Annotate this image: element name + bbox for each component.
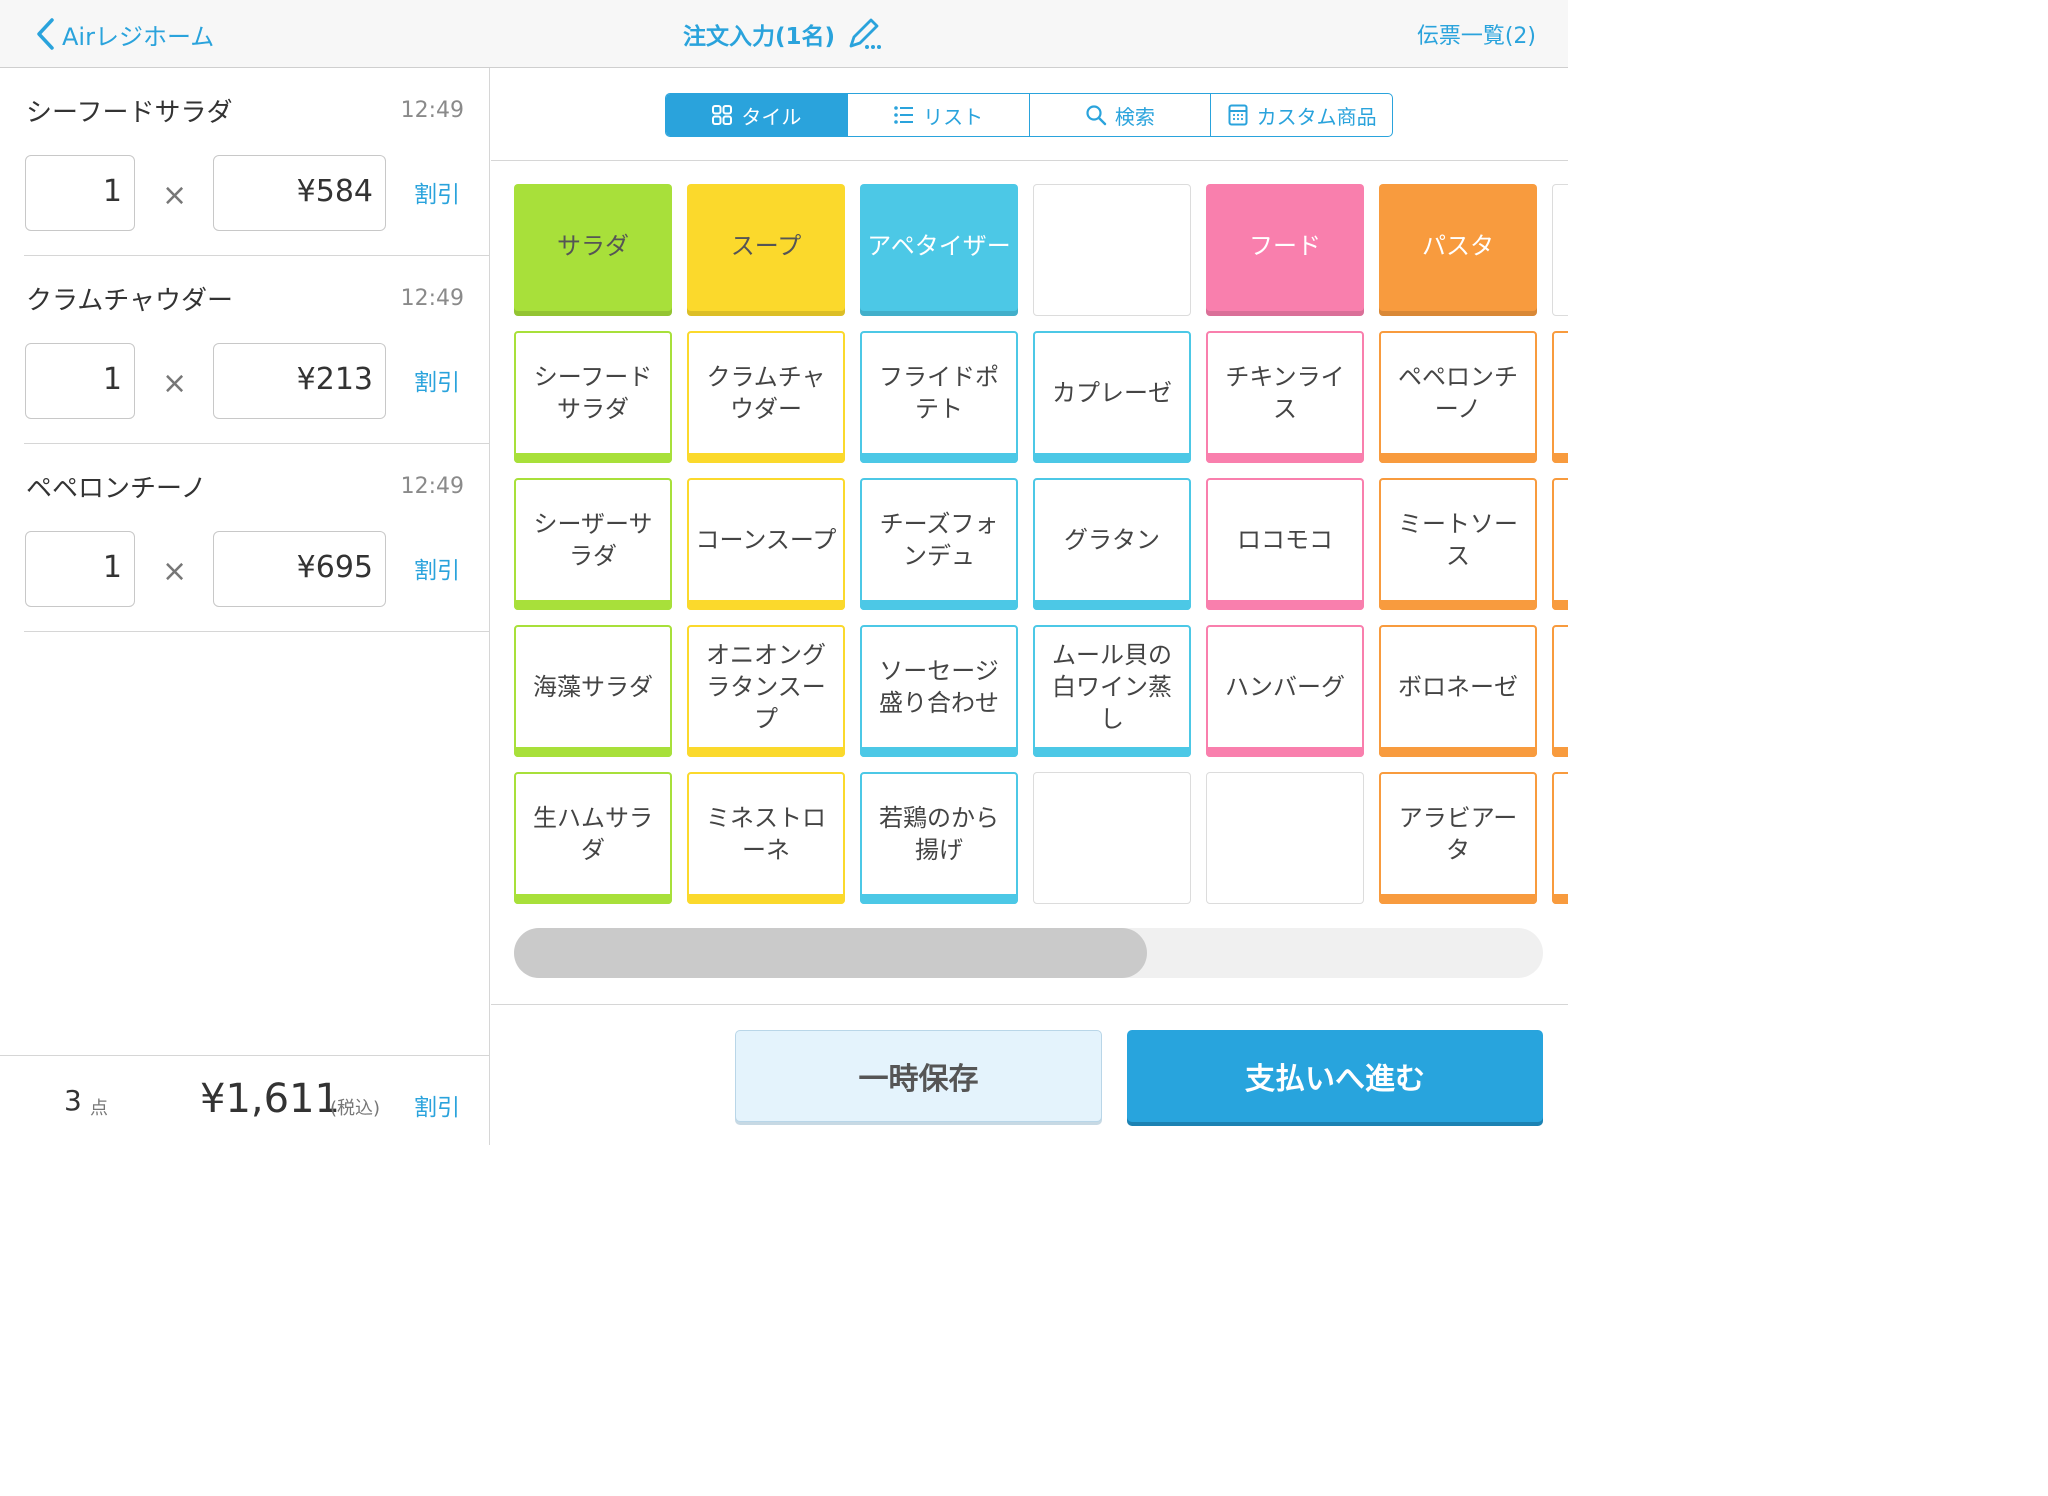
price-field[interactable]: ¥584 bbox=[213, 155, 386, 231]
product-tile[interactable]: コーンスープ bbox=[687, 478, 845, 610]
hold-button[interactable]: 一時保存 bbox=[735, 1030, 1102, 1122]
category-tile[interactable]: サラダ bbox=[514, 184, 672, 316]
item-count-unit: 点 bbox=[90, 1098, 108, 1119]
calculator-icon bbox=[1228, 104, 1248, 126]
divider bbox=[491, 1004, 1568, 1005]
category-tile-empty bbox=[1033, 184, 1191, 316]
app-header: Airレジホーム 注文入力(1名) 伝票一覧(2) bbox=[0, 0, 1568, 68]
order-item-time: 12:49 bbox=[400, 286, 464, 311]
proceed-to-payment-button[interactable]: 支払いへ進む bbox=[1127, 1030, 1543, 1122]
tab-search[interactable]: 検索 bbox=[1030, 94, 1212, 136]
order-panel: シーフードサラダ 12:49 1 × ¥584 割引 クラムチャウダー 12:4… bbox=[0, 68, 490, 1145]
product-tile-grid: サラダ スープ アペタイザー フード パスタシーフードサラダ クラムチャウダー フライドポテ… bbox=[514, 184, 1568, 914]
tab-custom-product[interactable]: カスタム商品 bbox=[1211, 94, 1392, 136]
product-tile-partial bbox=[1552, 772, 1568, 904]
order-item-time: 12:49 bbox=[400, 474, 464, 499]
quantity-field[interactable]: 1 bbox=[25, 155, 135, 231]
title-area: 注文入力(1名) bbox=[0, 16, 1568, 52]
list-icon bbox=[894, 106, 914, 124]
product-tile[interactable]: ミートソース bbox=[1379, 478, 1537, 610]
price-field[interactable]: ¥213 bbox=[213, 343, 386, 419]
product-tile[interactable]: クラムチャウダー bbox=[687, 331, 845, 463]
product-tile-partial bbox=[1552, 478, 1568, 610]
tab-label: タイル bbox=[741, 104, 802, 129]
product-tile-empty bbox=[1206, 772, 1364, 904]
category-tile[interactable]: フード bbox=[1206, 184, 1364, 316]
total-amount: ¥1,611 bbox=[200, 1076, 340, 1122]
page-title: 注文入力(1名) bbox=[682, 24, 836, 50]
tab-label: 検索 bbox=[1114, 104, 1155, 129]
product-tile[interactable]: ハンバーグ bbox=[1206, 625, 1364, 757]
divider bbox=[491, 160, 1568, 161]
product-tile-partial bbox=[1552, 625, 1568, 757]
product-tile[interactable]: フライドポテト bbox=[860, 331, 1018, 463]
order-item: シーフードサラダ 12:49 1 × ¥584 割引 bbox=[0, 68, 490, 256]
price-field[interactable]: ¥695 bbox=[213, 531, 386, 607]
product-tile[interactable]: ボロネーゼ bbox=[1379, 625, 1537, 757]
product-tile[interactable]: ムール貝の白ワイン蒸し bbox=[1033, 625, 1191, 757]
scrollbar-thumb[interactable] bbox=[514, 928, 1147, 978]
tab-label: カスタム商品 bbox=[1256, 104, 1377, 129]
tab-list[interactable]: リスト bbox=[848, 94, 1030, 136]
category-tile[interactable]: スープ bbox=[687, 184, 845, 316]
pencil-icon[interactable] bbox=[845, 16, 885, 52]
product-tile[interactable]: 生ハムサラダ bbox=[514, 772, 672, 904]
grid-icon bbox=[712, 105, 733, 125]
category-tile-partial bbox=[1552, 184, 1568, 316]
category-tile[interactable]: アペタイザー bbox=[860, 184, 1018, 316]
item-count: 3 bbox=[64, 1084, 82, 1117]
product-tile[interactable]: チキンライス bbox=[1206, 331, 1364, 463]
order-summary: 3 点 ¥1,611 (税込) 割引 bbox=[0, 1055, 490, 1145]
product-tile[interactable]: ペペロンチーノ bbox=[1379, 331, 1537, 463]
order-item-name: クラムチャウダー bbox=[26, 286, 233, 316]
product-tile-empty bbox=[1033, 772, 1191, 904]
product-tile[interactable]: チーズフォンデュ bbox=[860, 478, 1018, 610]
product-tile[interactable]: オニオングラタンスープ bbox=[687, 625, 845, 757]
multiply-sign: × bbox=[162, 178, 188, 213]
tax-note: (税込) bbox=[330, 1098, 381, 1119]
multiply-sign: × bbox=[162, 366, 188, 401]
order-item: ペペロンチーノ 12:49 1 × ¥695 割引 bbox=[0, 444, 490, 632]
category-tile[interactable]: パスタ bbox=[1379, 184, 1537, 316]
view-switcher: タイル リスト 検索 カスタム商品 bbox=[665, 93, 1393, 137]
quantity-field[interactable]: 1 bbox=[25, 343, 135, 419]
product-tile[interactable]: シーフードサラダ bbox=[514, 331, 672, 463]
multiply-sign: × bbox=[162, 554, 188, 589]
order-item-name: ペペロンチーノ bbox=[26, 474, 207, 504]
product-tile-partial bbox=[1552, 331, 1568, 463]
order-item-time: 12:49 bbox=[400, 98, 464, 123]
order-item: クラムチャウダー 12:49 1 × ¥213 割引 bbox=[0, 256, 490, 444]
order-item-name: シーフードサラダ bbox=[26, 98, 233, 128]
discount-button[interactable]: 割引 bbox=[414, 363, 460, 397]
product-tile[interactable]: ロコモコ bbox=[1206, 478, 1364, 610]
voucher-list-link[interactable]: 伝票一覧(2) bbox=[1417, 18, 1536, 50]
discount-button[interactable]: 割引 bbox=[414, 551, 460, 585]
horizontal-scrollbar[interactable] bbox=[514, 928, 1543, 978]
tab-tile[interactable]: タイル bbox=[666, 94, 848, 136]
product-tile[interactable]: カプレーゼ bbox=[1033, 331, 1191, 463]
product-tile[interactable]: シーザーサラダ bbox=[514, 478, 672, 610]
product-tile[interactable]: グラタン bbox=[1033, 478, 1191, 610]
discount-button[interactable]: 割引 bbox=[414, 175, 460, 209]
product-tile[interactable]: ミネストローネ bbox=[687, 772, 845, 904]
product-tile[interactable]: ソーセージ盛り合わせ bbox=[860, 625, 1018, 757]
quantity-field[interactable]: 1 bbox=[25, 531, 135, 607]
tab-label: リスト bbox=[923, 104, 984, 129]
product-panel: タイル リスト 検索 カスタム商品 サラダ スープ アペタイザー フード パスタ… bbox=[491, 68, 1568, 1145]
total-discount-button[interactable]: 割引 bbox=[414, 1088, 460, 1122]
product-tile[interactable]: アラビアータ bbox=[1379, 772, 1537, 904]
product-tile[interactable]: 海藻サラダ bbox=[514, 625, 672, 757]
product-tile[interactable]: 若鶏のから揚げ bbox=[860, 772, 1018, 904]
search-icon bbox=[1086, 105, 1107, 126]
